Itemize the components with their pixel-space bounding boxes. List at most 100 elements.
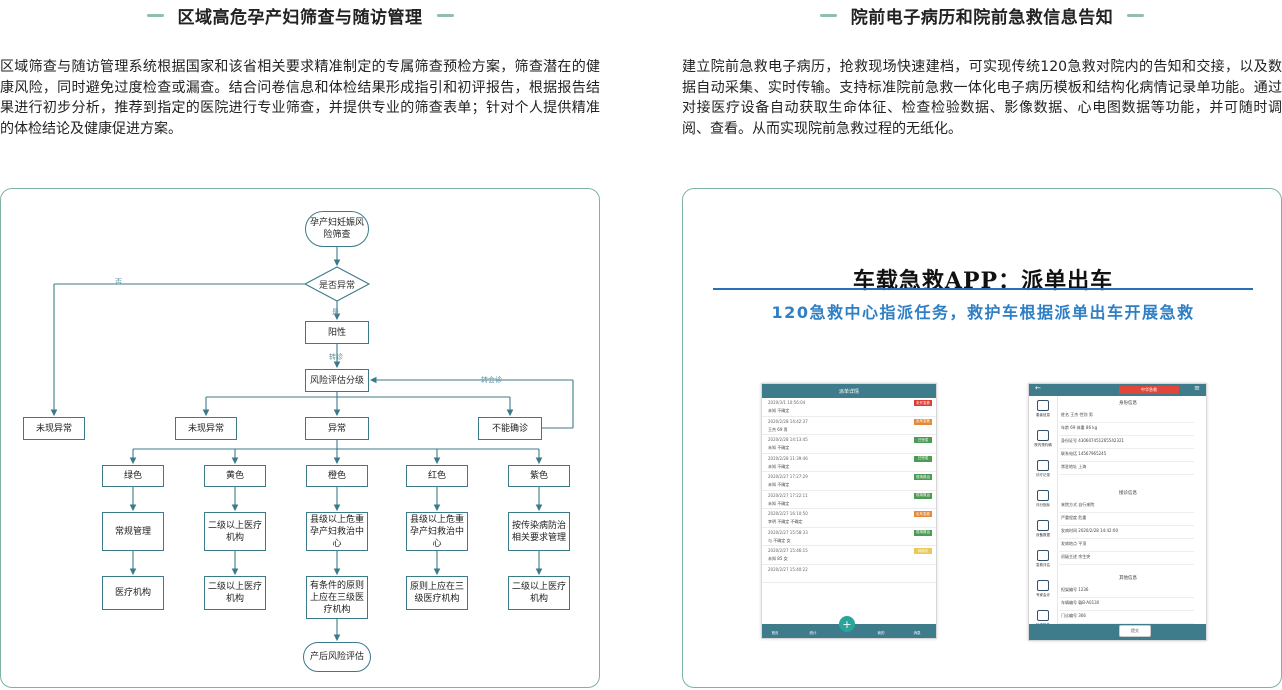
section-disease: 接诊信息 [1119, 491, 1137, 496]
form-field[interactable]: 严重程度 危重 [1061, 515, 1086, 521]
form-field[interactable]: 担架编号 1236 [1061, 587, 1088, 593]
section-identity: 身份信息 [1119, 401, 1137, 406]
dispatch-info: 未知 不确定 [768, 500, 790, 506]
sidebar-item[interactable]: 评分指标 [1029, 490, 1057, 516]
dispatch-info: 未知 不确定 [768, 463, 790, 469]
dispatch-row[interactable]: 2020/2/28 14:42:37 王杰 69 男 出车急救 [762, 417, 936, 435]
flow-positive: 阳性 [305, 321, 369, 344]
form-field[interactable]: 常驻地址 上海 [1061, 464, 1086, 470]
form-field[interactable]: 年龄 69 体重 86 kg [1061, 425, 1097, 431]
sidebar-item-label: 院内预约确 [1034, 443, 1052, 447]
left-description: 区域筛查与随访管理系统根据国家和该省相关要求精准制定的专属筛查预检方案，筛查潜在… [0, 59, 600, 137]
flow-color-purple: 紫色 [508, 465, 570, 487]
back-icon[interactable]: ← [1035, 384, 1041, 392]
nav-stats[interactable]: 统计 [808, 631, 818, 636]
left-title: 区域高危孕产妇筛查与随访管理 [177, 7, 423, 28]
field-divider [1059, 512, 1194, 513]
dispatch-row[interactable]: 2020/2/27 15:46:15 未知 85 女 待接诊 [762, 546, 936, 565]
dispatch-info: 未知 不确定 [768, 445, 790, 450]
label-referral: 转诊 [329, 353, 343, 361]
form-field[interactable]: 身份证号 430607451265542321 [1061, 438, 1124, 444]
flow-action-orange: 县级以上危重孕产妇救治中心 [306, 512, 368, 551]
sidebar-item-icon [1037, 490, 1049, 501]
field-divider [1059, 525, 1194, 526]
nav-messages[interactable]: 消息 [912, 631, 922, 636]
dispatch-time: 2020/2/28 14:13:45 [768, 437, 808, 442]
nav-mine[interactable]: 我的 [876, 631, 886, 636]
sidebar-item-icon [1037, 550, 1049, 561]
heading-dash-left [146, 13, 164, 17]
dispatch-info: 未知 85 女 [768, 556, 788, 561]
nav-home[interactable]: 首页 [770, 631, 780, 636]
field-divider [1059, 564, 1194, 565]
add-dispatch-button[interactable]: + [839, 616, 855, 632]
flow-facility-yellow: 二级以上医疗机构 [204, 576, 266, 610]
status-badge: 现场救治 [914, 492, 932, 499]
sidebar-item[interactable]: 院内预约确 [1029, 430, 1057, 456]
sidebar-item[interactable]: 设备数据 [1029, 520, 1057, 546]
submit-button[interactable]: 提交 [1119, 625, 1151, 637]
menu-icon[interactable]: ≡ [1194, 384, 1200, 392]
dispatch-row[interactable]: 2020/2/27 17:27:29 未知 不确定 现场救治 [762, 472, 936, 491]
dispatch-time: 2020/2/27 15:58:33 [768, 529, 808, 535]
heading-dash-right [1127, 13, 1145, 17]
field-divider [1059, 610, 1194, 611]
status-badge: 出车急救 [914, 511, 932, 517]
form-field[interactable]: 联系电话 14567965245 [1061, 451, 1106, 457]
dispatch-row[interactable]: 2020/2/27 17:22:11 未知 不确定 现场救治 [762, 491, 936, 509]
form-field[interactable]: 姓名 王杰 性别 男 [1061, 412, 1093, 418]
right-title: 院前电子病历和院前急救信息告知 [850, 7, 1114, 28]
sidebar-item-icon [1037, 580, 1049, 591]
flow-assess: 风险评估分级 [305, 369, 369, 392]
sidebar-item[interactable]: 急救评估 [1029, 550, 1057, 576]
form-header: ← 中华急救 ≡ [1029, 384, 1206, 396]
field-divider [1059, 597, 1194, 598]
status-badge: 待接诊 [914, 548, 932, 554]
app-subtitle: 120急救中心指派任务，救护车根据派单出车开展急救 [771, 303, 1195, 322]
dispatch-time: 2020/2/27 15:40:22 [768, 566, 808, 572]
sidebar-item-icon [1037, 610, 1049, 621]
field-divider [1059, 474, 1194, 475]
form-field[interactable]: 发病时间 2020/2/28 14:42:00 [1061, 528, 1118, 534]
dispatch-info: 与 不确定 女 [768, 537, 791, 543]
dispatch-row[interactable]: 2020/2/27 16:10:50 李明 不确定 不确定 出车急救 [762, 509, 936, 528]
sidebar-item-icon [1037, 400, 1049, 411]
field-divider [1059, 422, 1194, 423]
form-field[interactable]: 初级主述 余生突 [1061, 554, 1090, 560]
sidebar-item[interactable]: 诊疗记录 [1029, 460, 1057, 486]
sidebar-item-label: 评分指标 [1036, 503, 1050, 507]
right-column: 院前电子病历和院前急救信息告知 建立院前急救电子病历，抢救现场快速建档，可实现传… [682, 0, 1282, 688]
sidebar-item-icon [1037, 460, 1049, 471]
sidebar-item-label: 诊疗记录 [1036, 473, 1050, 477]
heading-dash-right [436, 13, 454, 17]
dispatch-time: 2020/3/1 10:56:04 [768, 400, 806, 405]
flow-abnormal: 异常 [305, 417, 369, 440]
label-consult: 转会诊 [481, 376, 502, 384]
app-title: 车载急救APP：派单出车 [852, 268, 1114, 294]
dispatch-row[interactable]: 2020/2/27 15:58:33 与 不确定 女 现场救治 [762, 528, 936, 546]
form-field[interactable]: 门诊编号 366 [1061, 613, 1086, 619]
form-field[interactable]: 来院方式 自行来院 [1061, 502, 1094, 508]
dispatch-row[interactable]: 2020/2/28 14:13:45 未知 不确定 已完成 [762, 435, 936, 454]
form-field[interactable]: 车辆编号 赣B·A0130 [1061, 600, 1099, 606]
sidebar-item-icon [1037, 520, 1049, 531]
sidebar-item[interactable]: 辅助决定 [1029, 640, 1057, 641]
flow-color-green: 绿色 [102, 465, 164, 487]
field-divider [1059, 538, 1194, 539]
dispatch-time: 2020/2/27 17:27:29 [768, 474, 808, 479]
dispatch-info: 王杰 69 男 [768, 426, 788, 432]
form-field[interactable]: 发病地点 平顶 [1061, 541, 1086, 547]
status-badge: 现场救治 [914, 529, 932, 536]
sidebar-item[interactable]: 患者信息 [1029, 400, 1057, 426]
label-yes: 是 [332, 308, 339, 316]
dispatch-row[interactable]: 2020/2/28 11:39:46 未知 不确定 已完成 [762, 454, 936, 472]
flow-color-yellow: 黄色 [204, 465, 266, 487]
dispatch-list-header: 派单详情 [762, 384, 936, 398]
dispatch-row[interactable]: 2020/2/27 15:40:22 [762, 565, 936, 583]
flow-action-purple: 按传染病防治相关要求管理 [508, 512, 570, 551]
dispatch-row[interactable]: 2020/3/1 10:56:04 未知 不确定 未开急救 [762, 398, 936, 417]
patient-form-screen: ← 中华急救 ≡ 患者信息院内预约确诊疗记录评分指标设备数据急救评估专家会诊检查… [1028, 383, 1207, 641]
sidebar-item[interactable]: 专家会诊 [1029, 580, 1057, 606]
flow-facility-green: 医疗机构 [102, 576, 164, 610]
sidebar-item-label: 设备数据 [1036, 533, 1050, 537]
